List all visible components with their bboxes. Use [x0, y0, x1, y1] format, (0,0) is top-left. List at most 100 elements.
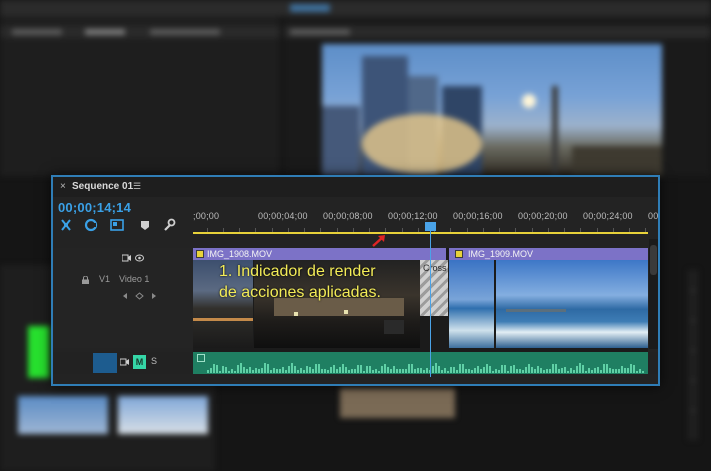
- waveform-bar: [618, 369, 620, 373]
- lock-icon[interactable]: [81, 276, 90, 284]
- audio-clip[interactable]: [193, 352, 648, 374]
- waveform-bar: [534, 369, 536, 373]
- solo-button[interactable]: S: [151, 356, 157, 366]
- waveform-bar: [537, 366, 539, 373]
- waveform-bar: [417, 368, 419, 373]
- workspace-bar: [0, 0, 711, 16]
- panel-header: × Sequence 01 ☰: [53, 177, 658, 197]
- waveform-bar: [291, 363, 293, 373]
- waveform-bar: [258, 369, 260, 373]
- waveform-bar: [621, 366, 623, 373]
- waveform-bar: [366, 366, 368, 373]
- waveform-bar: [465, 369, 467, 373]
- project-thumbnail: [18, 396, 108, 434]
- timeline-toolbar: [53, 218, 193, 236]
- waveform-bar: [597, 367, 599, 373]
- add-keyframe-icon[interactable]: [135, 292, 144, 300]
- waveform-bar: [411, 364, 413, 373]
- waveform-bar: [552, 364, 554, 373]
- sequence-timeline-panel: × Sequence 01 ☰ 00;00;14;14 ;00;00 00;00;…: [51, 175, 660, 386]
- waveform-bar: [540, 368, 542, 373]
- clip-frame[interactable]: [496, 260, 648, 348]
- waveform-bar: [267, 364, 269, 373]
- waveform-bar: [531, 367, 533, 373]
- waveform-bar: [315, 364, 317, 373]
- waveform-bar: [255, 368, 257, 373]
- waveform-bar: [600, 370, 602, 373]
- next-keyframe-icon[interactable]: [149, 292, 158, 300]
- eye-icon[interactable]: [135, 254, 144, 262]
- sequence-tab-title[interactable]: Sequence 01: [72, 181, 133, 192]
- waveform-bar: [324, 369, 326, 373]
- wrench-icon[interactable]: [162, 218, 176, 232]
- track-target-v1[interactable]: V1: [99, 274, 110, 284]
- waveform-bar: [609, 368, 611, 373]
- waveform-bar: [273, 368, 275, 373]
- insert-sequence-icon[interactable]: [110, 218, 124, 232]
- panel-menu-icon[interactable]: ☰: [133, 181, 141, 192]
- waveform-bar: [300, 368, 302, 373]
- timeline-vertical-scrollbar[interactable]: [649, 239, 658, 349]
- waveform-bar: [318, 364, 320, 373]
- waveform-bar: [264, 363, 266, 373]
- waveform-bar: [408, 364, 410, 373]
- video-track-header: V1 Video 1: [53, 248, 193, 348]
- waveform-bar: [504, 365, 506, 373]
- waveform-bar: [363, 371, 365, 373]
- waveform-bar: [252, 370, 254, 373]
- waveform-bar: [351, 369, 353, 373]
- waveform-bar: [459, 364, 461, 373]
- project-thumbnail: [28, 326, 50, 378]
- ruler-tick-label: ;00;00: [193, 211, 220, 221]
- waveform-bar: [372, 370, 374, 373]
- snap-icon[interactable]: [59, 218, 73, 232]
- waveform-bar: [438, 366, 440, 373]
- waveform-bar: [426, 368, 428, 373]
- waveform-bar: [327, 370, 329, 373]
- waveform-bar: [231, 369, 233, 373]
- annotation-arrow-icon: [372, 235, 385, 247]
- waveform-bar: [396, 369, 398, 373]
- audio-source-patch[interactable]: [93, 353, 117, 373]
- waveform-bar: [312, 369, 314, 373]
- mute-button[interactable]: M: [133, 355, 146, 369]
- waveform-bar: [336, 369, 338, 373]
- waveform-bar: [501, 365, 503, 373]
- waveform-bar: [393, 366, 395, 373]
- waveform-bar: [378, 371, 380, 373]
- waveform-bar: [603, 364, 605, 373]
- waveform-bar: [639, 369, 641, 373]
- close-icon[interactable]: ×: [60, 181, 66, 192]
- waveform-bar: [306, 366, 308, 373]
- playhead-timecode[interactable]: 00;00;14;14: [58, 200, 131, 215]
- linked-selection-icon[interactable]: [84, 218, 98, 232]
- waveform-bar: [468, 369, 470, 373]
- waveform-bar: [288, 366, 290, 373]
- camera-icon[interactable]: [120, 358, 129, 366]
- waveform-bar: [207, 370, 209, 373]
- marker-icon[interactable]: [138, 218, 152, 232]
- waveform-bar: [579, 363, 581, 373]
- waveform-bar: [219, 371, 221, 373]
- waveform-bar: [594, 368, 596, 373]
- waveform-bar: [354, 369, 356, 373]
- waveform-bar: [585, 371, 587, 373]
- project-thumbnail: [118, 396, 208, 434]
- waveform-bar: [582, 365, 584, 373]
- camera-icon[interactable]: [122, 254, 131, 262]
- waveform-bar: [444, 368, 446, 373]
- waveform-bar: [567, 371, 569, 373]
- waveform-bar: [294, 366, 296, 373]
- clip-name: IMG_1909.MOV: [468, 249, 534, 259]
- waveform-bar: [561, 368, 563, 373]
- waveform-bar: [513, 365, 515, 373]
- annotation-text: 1. Indicador de render de acciones aplic…: [219, 261, 381, 303]
- prev-keyframe-icon[interactable]: [121, 292, 130, 300]
- waveform-bar: [330, 367, 332, 373]
- waveform-bar: [471, 370, 473, 373]
- waveform-bar: [447, 371, 449, 373]
- clip-frame[interactable]: [449, 260, 494, 348]
- waveform-bar: [375, 369, 377, 373]
- waveform-bar: [570, 368, 572, 373]
- source-panel: [0, 16, 280, 176]
